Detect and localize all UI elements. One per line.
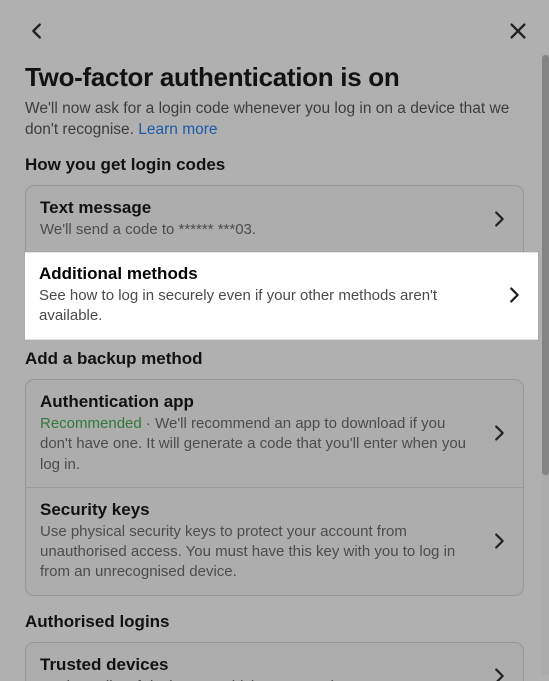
learn-more-link[interactable]: Learn more	[138, 121, 217, 138]
chevron-left-icon	[26, 20, 48, 42]
authentication-app-row[interactable]: Authentication app Recommended · We'll r…	[26, 380, 523, 487]
page-subtitle: We'll now ask for a login code whenever …	[25, 99, 524, 141]
chevron-right-icon	[481, 422, 517, 444]
additional-methods-row[interactable]: Additional methods See how to log in sec…	[25, 252, 538, 340]
chevron-right-icon	[496, 284, 532, 306]
scrollbar-thumb[interactable]	[542, 55, 549, 475]
chevron-right-icon	[481, 530, 517, 552]
text-message-title: Text message	[40, 198, 477, 218]
scrollbar-track[interactable]	[542, 55, 549, 675]
section-heading-login-codes: How you get login codes	[25, 155, 524, 175]
close-button[interactable]	[501, 14, 535, 48]
modal-header	[0, 0, 549, 52]
trusted-devices-title: Trusted devices	[40, 655, 477, 675]
additional-methods-title: Additional methods	[39, 264, 492, 284]
recommended-label: Recommended	[40, 415, 142, 432]
page-subtitle-text: We'll now ask for a login code whenever …	[25, 100, 509, 138]
section-heading-backup: Add a backup method	[25, 349, 524, 369]
security-keys-row[interactable]: Security keys Use physical security keys…	[26, 487, 523, 595]
back-button[interactable]	[20, 14, 54, 48]
backup-methods-card: Authentication app Recommended · We'll r…	[25, 379, 524, 596]
security-keys-desc: Use physical security keys to protect yo…	[40, 522, 477, 583]
trusted-devices-desc: Review a list of devices on which you wo…	[40, 677, 477, 681]
authentication-app-desc: Recommended · We'll recommend an app to …	[40, 414, 477, 475]
additional-methods-desc: See how to log in securely even if your …	[39, 286, 492, 327]
section-heading-authorised: Authorised logins	[25, 612, 524, 632]
text-message-desc: We'll send a code to ****** ***03.	[40, 220, 477, 240]
trusted-devices-row[interactable]: Trusted devices Review a list of devices…	[26, 643, 523, 681]
authorised-logins-card: Trusted devices Review a list of devices…	[25, 642, 524, 681]
authentication-app-title: Authentication app	[40, 392, 477, 412]
security-keys-title: Security keys	[40, 500, 477, 520]
page-title: Two-factor authentication is on	[25, 62, 524, 93]
chevron-right-icon	[481, 208, 517, 230]
text-message-row[interactable]: Text message We'll send a code to ******…	[26, 186, 523, 252]
chevron-right-icon	[481, 665, 517, 681]
close-icon	[507, 20, 529, 42]
